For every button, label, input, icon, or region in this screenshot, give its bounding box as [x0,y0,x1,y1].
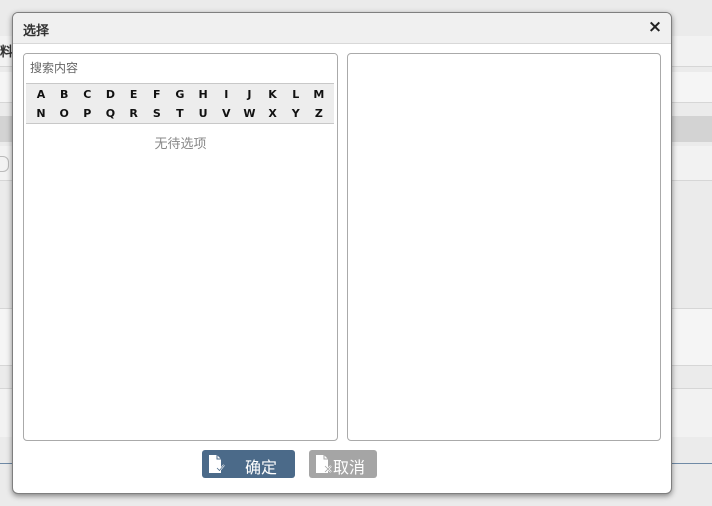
letter-filter-p[interactable]: P [80,107,94,120]
background-icon [0,156,9,172]
letter-filter-z[interactable]: Z [312,107,326,120]
confirm-button[interactable]: 确定 [202,450,295,478]
selected-panel[interactable] [347,53,661,441]
letter-filter-c[interactable]: C [80,88,94,101]
letter-filter-t[interactable]: T [173,107,187,120]
letter-filter-u[interactable]: U [196,107,210,120]
letter-filter-q[interactable]: Q [103,107,117,120]
letter-filter-m[interactable]: M [312,88,326,101]
letter-filter-r[interactable]: R [127,107,141,120]
letter-index: ABCDEFGHIJKLM NOPQRSTUVWXYZ [26,83,334,124]
letter-filter-s[interactable]: S [150,107,164,120]
letter-filter-b[interactable]: B [57,88,71,101]
cancel-label: 取消 [333,458,366,477]
letter-filter-y[interactable]: Y [289,107,303,120]
letter-filter-x[interactable]: X [266,107,280,120]
dialog-title: 选择 [23,24,50,39]
candidate-panel: ABCDEFGHIJKLM NOPQRSTUVWXYZ 无待选项 [23,53,338,441]
letter-row-2: NOPQRSTUVWXYZ [26,104,334,123]
close-icon[interactable]: × [647,18,663,36]
letter-filter-a[interactable]: A [34,88,48,101]
cancel-button[interactable]: 取消 [309,450,377,478]
letter-filter-o[interactable]: O [57,107,71,120]
empty-placeholder: 无待选项 [154,137,207,152]
letter-filter-i[interactable]: I [219,88,233,101]
select-dialog: 选择 × ABCDEFGHIJKLM NOPQRSTUVWXYZ 无待选项 确定 [12,12,672,494]
confirm-label: 确定 [245,458,278,477]
document-x-icon [315,454,333,478]
document-check-icon [208,454,226,478]
letter-filter-k[interactable]: K [266,88,280,101]
letter-filter-n[interactable]: N [34,107,48,120]
letter-row-1: ABCDEFGHIJKLM [26,85,334,104]
letter-filter-f[interactable]: F [150,88,164,101]
letter-filter-h[interactable]: H [196,88,210,101]
letter-filter-e[interactable]: E [127,88,141,101]
letter-filter-g[interactable]: G [173,88,187,101]
letter-filter-v[interactable]: V [219,107,233,120]
letter-filter-w[interactable]: W [242,107,256,120]
dialog-titlebar: 选择 × [13,13,671,44]
letter-filter-j[interactable]: J [242,88,256,101]
letter-filter-l[interactable]: L [289,88,303,101]
search-input[interactable] [24,54,337,82]
letter-filter-d[interactable]: D [103,88,117,101]
